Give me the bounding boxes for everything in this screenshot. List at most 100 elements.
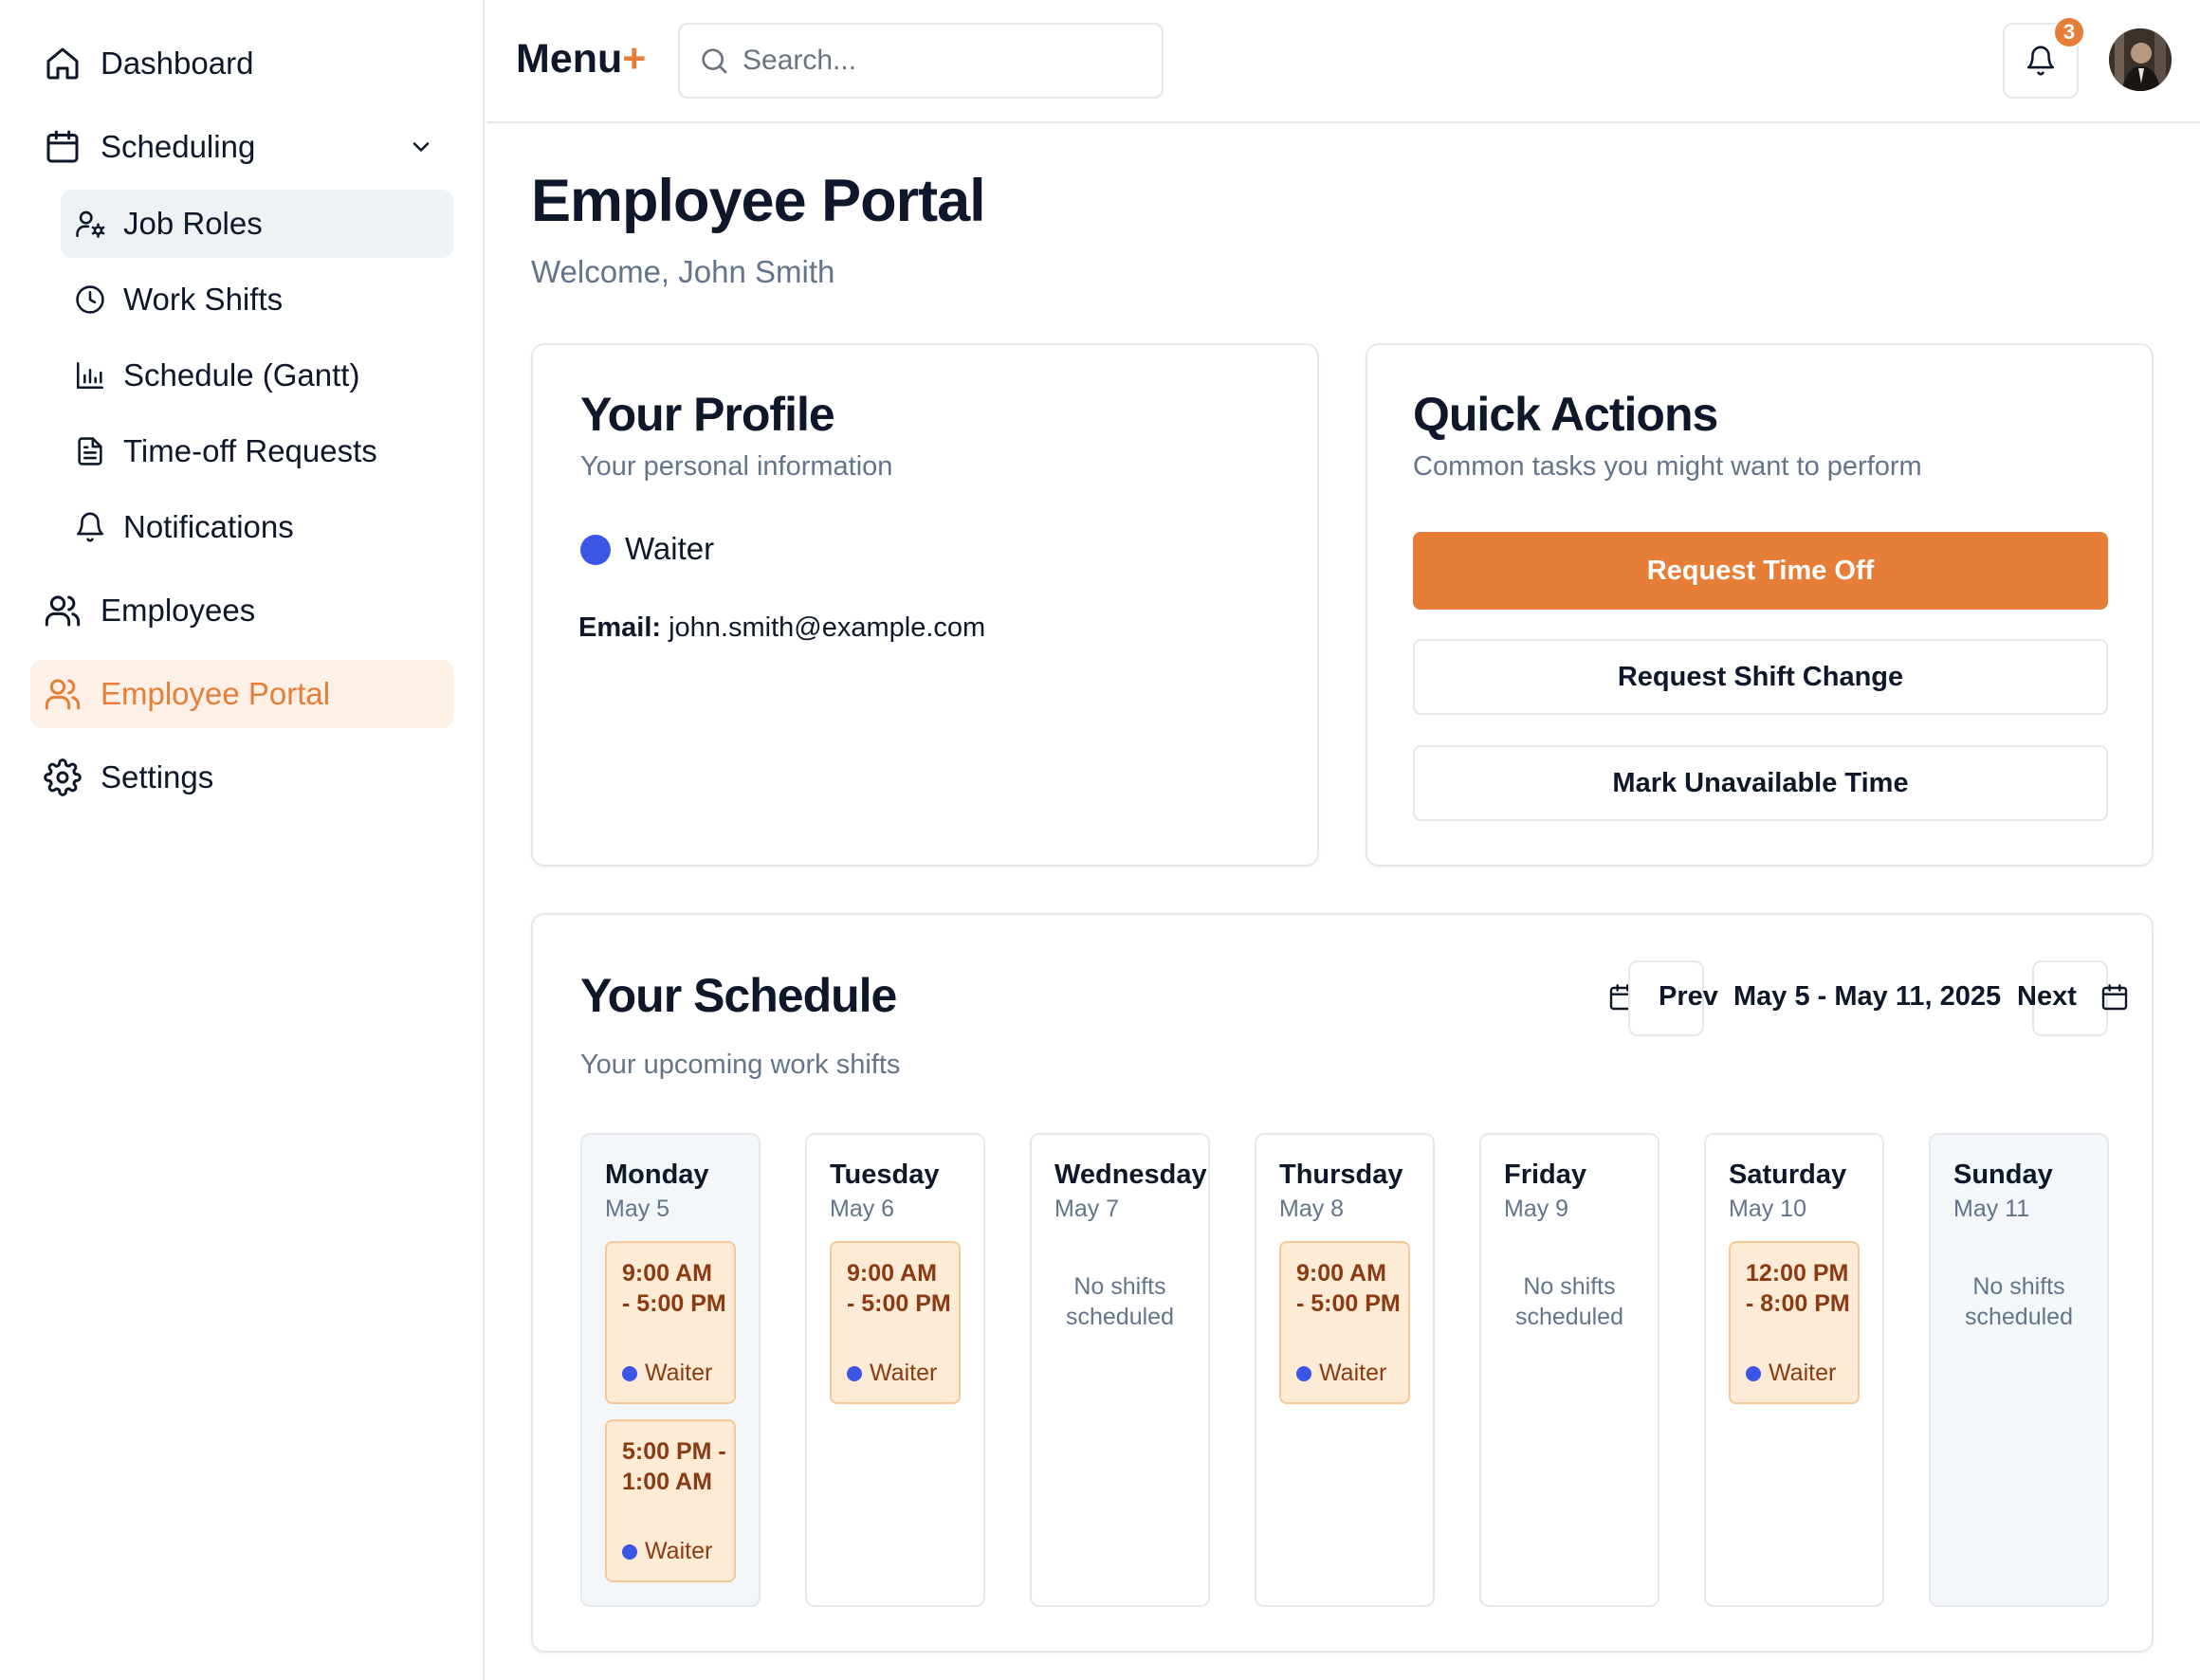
sidebar-item-time-off-requests[interactable]: Time-off Requests <box>61 417 453 485</box>
shift-time: 12:00 PM - 8:00 PM <box>1746 1260 1850 1317</box>
sidebar-item-employees[interactable]: Employees <box>30 576 453 645</box>
day-date: May 6 <box>830 1196 895 1222</box>
card-subtitle: Your upcoming work shifts <box>580 1050 901 1080</box>
shift-role-label: Waiter <box>645 1360 713 1386</box>
day-date: May 10 <box>1729 1196 1806 1222</box>
day-date: May 7 <box>1054 1196 1120 1222</box>
shift-role: Waiter <box>622 1360 712 1387</box>
calendar-icon <box>44 128 82 166</box>
email-line: Email: john.smith@example.com <box>578 612 985 644</box>
shift-card[interactable]: 9:00 AM - 5:00 PM Waiter <box>605 1241 736 1404</box>
page-title: Employee Portal <box>531 168 986 234</box>
sidebar-item-label: Schedule (Gantt) <box>123 357 360 393</box>
day-name: Thursday <box>1279 1160 1403 1190</box>
day-date: May 9 <box>1504 1196 1569 1222</box>
sidebar-item-label: Scheduling <box>101 129 256 164</box>
user-cog-icon <box>74 208 106 240</box>
role-color-dot <box>1746 1365 1761 1381</box>
day-name: Sunday <box>1953 1160 2053 1190</box>
day-column-tuesday: Tuesday May 6 9:00 AM - 5:00 PM Waiter <box>805 1133 985 1607</box>
request-shift-change-button[interactable]: Request Shift Change <box>1413 639 2108 715</box>
brand-name: Menu <box>516 36 623 82</box>
home-icon <box>44 45 82 82</box>
day-name: Tuesday <box>830 1160 940 1190</box>
search-input[interactable]: Search... <box>678 23 1164 99</box>
day-date: May 8 <box>1279 1196 1345 1222</box>
schedule-card: Your Schedule Your upcoming work shifts … <box>531 913 2154 1653</box>
no-shifts-text: No shifts scheduled <box>1066 1273 1174 1330</box>
sidebar-item-schedule-gantt[interactable]: Schedule (Gantt) <box>61 341 453 410</box>
day-name: Friday <box>1504 1160 1587 1190</box>
quick-actions-card: Quick Actions Common tasks you might wan… <box>1366 343 2154 867</box>
chevron-down-icon[interactable] <box>408 134 434 160</box>
shift-role-label: Waiter <box>1319 1360 1387 1386</box>
calendar-icon <box>2099 982 2130 1013</box>
sidebar-item-label: Job Roles <box>123 206 263 241</box>
sidebar: Dashboard Scheduling Job Roles Work Shif… <box>0 0 485 1680</box>
sidebar-item-scheduling[interactable]: Scheduling <box>30 113 453 181</box>
request-time-off-button[interactable]: Request Time Off <box>1413 532 2108 610</box>
day-date: May 5 <box>605 1196 670 1222</box>
day-column-thursday: Thursday May 8 9:00 AM - 5:00 PM Waiter <box>1255 1133 1435 1607</box>
shift-card[interactable]: 9:00 AM - 5:00 PM Waiter <box>830 1241 961 1404</box>
shift-role: Waiter <box>1296 1360 1386 1387</box>
day-column-friday: Friday May 9 No shifts scheduled <box>1479 1133 1659 1607</box>
app-logo[interactable]: Menu+ <box>516 36 646 82</box>
email-value: john.smith@example.com <box>669 612 986 643</box>
no-shifts-text: No shifts scheduled <box>1515 1273 1623 1330</box>
sidebar-item-dashboard[interactable]: Dashboard <box>30 29 453 98</box>
sidebar-item-employee-portal[interactable]: Employee Portal <box>30 660 453 728</box>
day-column-monday: Monday May 5 9:00 AM - 5:00 PM Waiter 5:… <box>580 1133 761 1607</box>
prev-week-label[interactable]: Prev <box>1659 981 1718 1013</box>
role-color-dot <box>580 535 611 565</box>
sidebar-item-job-roles[interactable]: Job Roles <box>61 190 453 258</box>
role-name: Waiter <box>625 531 715 566</box>
sidebar-item-label: Dashboard <box>101 46 254 81</box>
sidebar-item-label: Notifications <box>123 509 294 544</box>
day-name: Wednesday <box>1054 1160 1207 1190</box>
shift-time: 5:00 PM - 1:00 AM <box>622 1438 726 1495</box>
search-icon <box>699 46 729 76</box>
shift-card[interactable]: 12:00 PM - 8:00 PM Waiter <box>1729 1241 1860 1404</box>
next-week-label[interactable]: Next <box>2017 981 2077 1013</box>
users-icon <box>44 675 82 713</box>
avatar[interactable] <box>2109 28 2172 91</box>
shift-card[interactable]: 9:00 AM - 5:00 PM Waiter <box>1279 1241 1410 1404</box>
sidebar-item-work-shifts[interactable]: Work Shifts <box>61 265 453 334</box>
day-date: May 11 <box>1953 1196 2030 1222</box>
mark-unavailable-time-button[interactable]: Mark Unavailable Time <box>1413 745 2108 821</box>
profile-card: Your Profile Your personal information W… <box>531 343 1319 867</box>
clock-icon <box>74 283 106 316</box>
users-icon <box>44 592 82 630</box>
file-text-icon <box>74 435 106 467</box>
welcome-text: Welcome, John Smith <box>531 254 835 289</box>
card-title: Quick Actions <box>1413 388 1718 441</box>
shift-time: 9:00 AM - 5:00 PM <box>1296 1260 1401 1317</box>
sidebar-item-notifications[interactable]: Notifications <box>61 493 453 561</box>
brand-mark: + <box>622 36 647 82</box>
sidebar-item-label: Work Shifts <box>123 282 284 317</box>
shift-role-label: Waiter <box>870 1360 938 1386</box>
week-range: May 5 - May 11, 2025 <box>1733 981 2002 1012</box>
top-header: Menu+ Search... 3 <box>486 0 2200 123</box>
role-color-dot <box>847 1365 862 1381</box>
shift-role: Waiter <box>1746 1360 1836 1387</box>
day-column-wednesday: Wednesday May 7 No shifts scheduled <box>1030 1133 1210 1607</box>
day-name: Monday <box>605 1160 709 1190</box>
day-column-saturday: Saturday May 10 12:00 PM - 8:00 PM Waite… <box>1704 1133 1884 1607</box>
shift-role: Waiter <box>847 1360 937 1387</box>
card-title: Your Profile <box>580 388 835 441</box>
bar-chart-icon <box>74 359 106 392</box>
sidebar-item-settings[interactable]: Settings <box>30 743 453 812</box>
card-subtitle: Common tasks you might want to perform <box>1413 451 1922 482</box>
sidebar-item-label: Settings <box>101 759 214 794</box>
sidebar-item-label: Employee Portal <box>101 676 331 711</box>
shift-time: 9:00 AM - 5:00 PM <box>847 1260 951 1317</box>
shift-role-label: Waiter <box>645 1538 713 1564</box>
shift-card[interactable]: 5:00 PM - 1:00 AM Waiter <box>605 1419 736 1582</box>
role-color-dot <box>1296 1365 1311 1381</box>
day-column-sunday: Sunday May 11 No shifts scheduled <box>1929 1133 2109 1607</box>
search-placeholder: Search... <box>742 45 857 76</box>
sidebar-item-label: Employees <box>101 593 256 628</box>
shift-role: Waiter <box>622 1538 712 1565</box>
